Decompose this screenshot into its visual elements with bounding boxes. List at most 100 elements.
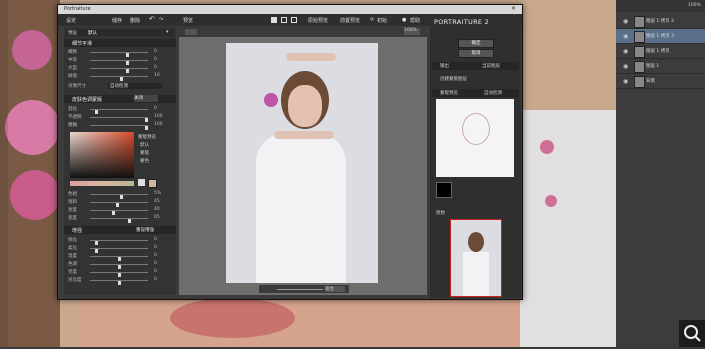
eye-icon[interactable]: ◉ bbox=[623, 63, 628, 70]
refresh-icon[interactable]: ⟳ bbox=[370, 17, 374, 23]
eye-icon[interactable]: ◉ bbox=[623, 78, 628, 85]
split-view-icon[interactable] bbox=[281, 17, 287, 23]
preset-row[interactable]: 预设 默认 ▾ bbox=[66, 29, 174, 36]
create-mask-checkbox[interactable]: 创建蒙版图层 bbox=[440, 76, 467, 82]
zoom-slider[interactable] bbox=[277, 289, 323, 290]
reset-button[interactable]: 初始 bbox=[377, 17, 387, 24]
skin-section-header[interactable]: 皮肤色调蒙版 关闭 bbox=[64, 95, 176, 103]
slider-knob[interactable] bbox=[145, 126, 148, 130]
mask-preview-header[interactable]: 蒙版预览 自动检测 bbox=[432, 89, 519, 97]
output-header[interactable]: 输出 当前图层 bbox=[432, 62, 519, 70]
hue-strip[interactable] bbox=[70, 181, 134, 186]
help-button[interactable]: 帮助 bbox=[410, 17, 420, 24]
output-dropdown[interactable]: 当前图层 bbox=[482, 63, 500, 69]
slider-row[interactable]: 锐化 0 bbox=[68, 237, 172, 245]
undo-icon[interactable]: ↶ bbox=[149, 15, 155, 23]
slider-track[interactable] bbox=[90, 280, 148, 285]
mask-option-mask[interactable]: 蒙版 bbox=[140, 150, 149, 156]
slider-row[interactable]: 细致 0 bbox=[68, 49, 172, 57]
slider-row[interactable]: 中等 0 bbox=[68, 57, 172, 65]
slider-track[interactable] bbox=[90, 117, 148, 122]
slider-row[interactable]: 羽化 0 bbox=[68, 106, 172, 114]
single-view-icon[interactable] bbox=[271, 17, 277, 23]
slider-track[interactable] bbox=[90, 125, 148, 130]
layer-row[interactable]: ◉ 背景 bbox=[616, 74, 705, 89]
slider-row[interactable]: 色调 0 bbox=[68, 261, 172, 269]
cancel-button[interactable]: 取消 bbox=[458, 49, 494, 58]
settings-menu[interactable]: 设定 bbox=[66, 17, 76, 24]
slider-row[interactable]: 大型 0 bbox=[68, 65, 172, 73]
slider-track[interactable] bbox=[90, 194, 148, 199]
mask-option-color[interactable]: 蒙色 bbox=[140, 158, 149, 164]
slider-track[interactable] bbox=[90, 76, 148, 81]
mask-auto-button[interactable]: 自动检测 bbox=[484, 90, 502, 96]
slider-track[interactable] bbox=[90, 60, 148, 65]
slider-track[interactable] bbox=[90, 218, 148, 223]
slider-track[interactable] bbox=[90, 272, 148, 277]
preview-photo[interactable] bbox=[226, 43, 378, 283]
slider-track[interactable] bbox=[90, 210, 148, 215]
slider-row[interactable]: 阀值 10 bbox=[68, 73, 172, 81]
enhance-reset-button[interactable]: 重设增强 bbox=[136, 227, 154, 233]
eye-icon[interactable]: ◉ bbox=[623, 33, 628, 40]
eye-icon[interactable]: ◉ bbox=[623, 18, 628, 25]
slider-track[interactable] bbox=[90, 240, 148, 245]
mask-option-default[interactable]: 默认 bbox=[140, 142, 149, 148]
skin-dropdown[interactable]: 关闭 bbox=[134, 95, 158, 102]
slider-track[interactable] bbox=[90, 202, 148, 207]
navigator-thumbnail[interactable] bbox=[450, 219, 502, 297]
preview-mode-button[interactable] bbox=[185, 29, 197, 35]
portrait-size-dropdown[interactable]: 自动检测 bbox=[108, 83, 162, 89]
flower bbox=[5, 100, 60, 155]
slider-track[interactable] bbox=[90, 52, 148, 57]
slider-value: 0 bbox=[154, 49, 157, 54]
zoom-search-button[interactable] bbox=[679, 320, 705, 347]
eye-icon[interactable]: ◉ bbox=[623, 48, 628, 55]
slider-row[interactable]: 色相 5% bbox=[68, 191, 172, 199]
delete-button[interactable]: 删除 bbox=[130, 17, 140, 24]
slider-track[interactable] bbox=[90, 248, 148, 253]
slider-row[interactable]: 饱和 45 bbox=[68, 199, 172, 207]
slider-row[interactable]: 宽度 65 bbox=[68, 215, 172, 223]
fit-dropdown[interactable]: 适合 bbox=[325, 286, 345, 292]
slider-row[interactable]: 亮度 40 bbox=[68, 207, 172, 215]
layer-row[interactable]: ◉ 图层 1 拷贝 2 bbox=[616, 14, 705, 29]
slider-knob[interactable] bbox=[120, 77, 123, 81]
layer-row-selected[interactable]: ◉ 图层 1 拷贝 3 bbox=[616, 29, 705, 44]
layer-row[interactable]: ◉ 图层 1 bbox=[616, 59, 705, 74]
preview-zoom-value[interactable]: 100% bbox=[404, 28, 420, 35]
portrait-size-row[interactable]: 肖像尺寸 自动检测 bbox=[68, 83, 172, 89]
original-preview-button[interactable]: 原始预览 bbox=[308, 17, 328, 24]
detail-section-header[interactable]: 细节平滑 bbox=[64, 39, 176, 47]
slider-row[interactable]: 亮度 0 bbox=[68, 269, 172, 277]
layer-row[interactable]: ◉ 图层 1 拷贝 bbox=[616, 44, 705, 59]
eyedropper-icon[interactable] bbox=[138, 179, 145, 186]
slider-knob[interactable] bbox=[118, 281, 121, 285]
slider-track[interactable] bbox=[90, 109, 148, 114]
opacity-value[interactable]: 100% bbox=[688, 3, 701, 8]
enhance-section-header[interactable]: 增强 重设增强 bbox=[64, 226, 176, 234]
compare-preview-button[interactable]: 前置预览 bbox=[340, 17, 360, 24]
slider-row[interactable]: 模糊 100 bbox=[68, 122, 172, 130]
ok-button[interactable]: 确定 bbox=[458, 39, 494, 48]
window-titlebar[interactable]: Portraiture × bbox=[58, 5, 522, 14]
slider-knob[interactable] bbox=[128, 219, 131, 223]
redo-icon[interactable]: ↷ bbox=[159, 17, 163, 23]
save-button[interactable]: 储存 bbox=[112, 17, 122, 24]
mask-color-swatch[interactable] bbox=[436, 182, 452, 198]
slider-track[interactable] bbox=[90, 264, 148, 269]
slider-track[interactable] bbox=[90, 68, 148, 73]
color-swatch[interactable] bbox=[148, 179, 157, 188]
slider-value: 100 bbox=[154, 114, 163, 119]
dual-view-icon[interactable] bbox=[291, 17, 297, 23]
slider-row[interactable]: 不透明 100 bbox=[68, 114, 172, 122]
slider-track[interactable] bbox=[90, 256, 148, 261]
slider-row[interactable]: 对比度 0 bbox=[68, 277, 172, 285]
slider-row[interactable]: 柔化 0 bbox=[68, 245, 172, 253]
radio-dot-icon[interactable]: ● bbox=[402, 17, 406, 23]
slider-label: 饱和 bbox=[68, 200, 77, 205]
close-button[interactable]: × bbox=[510, 6, 517, 12]
window-title: Portraiture bbox=[64, 6, 91, 12]
color-picker-square[interactable] bbox=[70, 132, 134, 178]
slider-row[interactable]: 温度 0 bbox=[68, 253, 172, 261]
